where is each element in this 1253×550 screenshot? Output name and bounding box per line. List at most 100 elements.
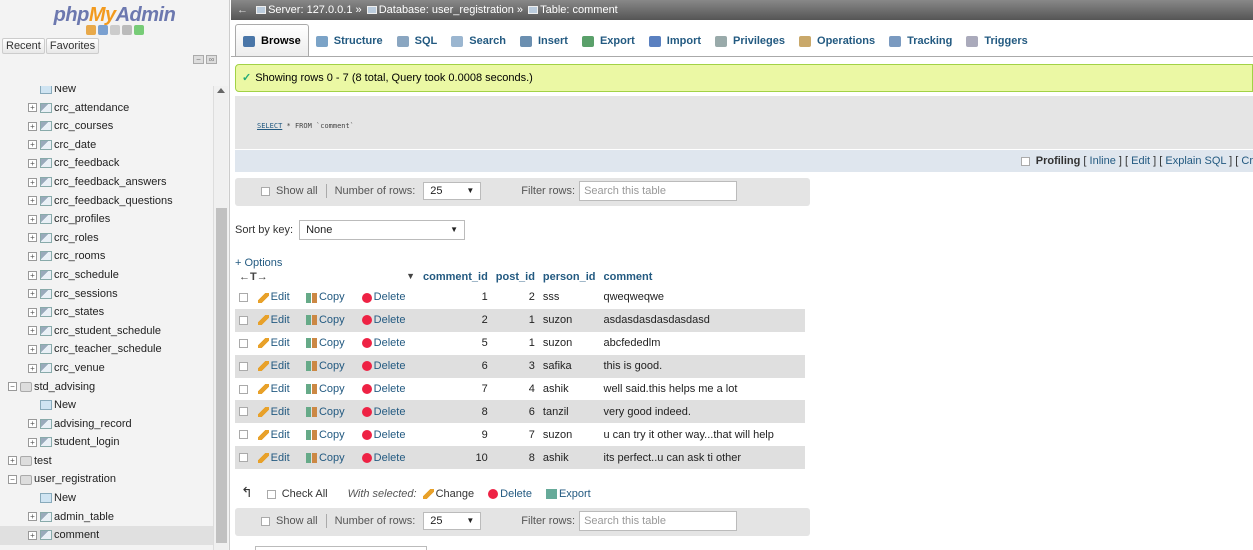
nav-item-crc-feedback-questions[interactable]: + crc_feedback_questions (0, 192, 213, 211)
expand-icon[interactable]: + (28, 512, 37, 522)
explain-sql-link[interactable]: Explain SQL (1165, 155, 1226, 167)
nav-item-crc-courses[interactable]: + crc_courses (0, 117, 213, 136)
nav-item-advising-record[interactable]: + advising_record (0, 415, 213, 434)
copy-link[interactable]: Copy (319, 291, 345, 303)
edit-link[interactable]: Edit (271, 429, 290, 441)
nav-item-label[interactable]: advising_record (54, 418, 132, 430)
logout-icon[interactable] (97, 25, 108, 35)
cell-comment-id[interactable]: 5 (419, 331, 492, 355)
tab-sql[interactable]: SQL (390, 25, 445, 57)
cell-person-id[interactable]: safika (538, 354, 600, 378)
tab-triggers[interactable]: Triggers (959, 25, 1034, 57)
copy-link[interactable]: Copy (319, 383, 345, 395)
nav-item-label[interactable]: crc_venue (54, 362, 105, 374)
nav-item-label[interactable]: crc_date (54, 139, 96, 151)
tab-search[interactable]: Search (444, 25, 513, 57)
expand-icon[interactable]: + (28, 270, 37, 280)
nav-item-crc-sessions[interactable]: + crc_sessions (0, 285, 213, 304)
nav-item-New[interactable]: New (0, 86, 213, 99)
header-comment-id[interactable]: comment_id (419, 268, 492, 286)
delete-link[interactable]: Delete (374, 291, 406, 303)
expand-icon[interactable]: + (28, 530, 37, 540)
cell-comment[interactable]: this is good. (599, 354, 805, 378)
nav-item-label[interactable]: crc_courses (54, 120, 113, 132)
nav-item-label[interactable]: comment (54, 529, 99, 541)
nav-item-test[interactable]: + test (0, 452, 213, 471)
breadcrumb-server[interactable]: Server: 127.0.0.1 (268, 4, 352, 16)
nav-item-label[interactable]: crc_teacher_schedule (54, 343, 162, 355)
nav-item-label[interactable]: crc_feedback_answers (54, 176, 167, 188)
cell-comment-id[interactable]: 10 (419, 446, 492, 470)
edit-icon[interactable] (257, 315, 269, 326)
nav-item-student-login[interactable]: + student_login (0, 433, 213, 452)
delete-icon[interactable] (361, 338, 372, 349)
nav-item-label[interactable]: crc_states (54, 306, 104, 318)
breadcrumb-table[interactable]: Table: comment (540, 4, 618, 16)
num-rows-select[interactable]: 25 ▼ (423, 182, 482, 201)
nav-item-crc-rooms[interactable]: + crc_rooms (0, 247, 213, 266)
nav-item-New[interactable]: New (0, 396, 213, 415)
expand-icon[interactable]: + (28, 363, 37, 373)
nav-item-label[interactable]: New (54, 492, 76, 504)
edit-icon[interactable] (257, 429, 269, 440)
expand-icon[interactable]: + (28, 177, 37, 187)
cell-comment[interactable]: very good indeed. (599, 400, 805, 424)
delete-icon[interactable] (361, 361, 372, 372)
delete-link[interactable]: Delete (374, 383, 406, 395)
nav-item-label[interactable]: crc_student_schedule (54, 325, 161, 337)
expand-icon[interactable]: + (28, 344, 37, 354)
nav-scrollbar[interactable] (213, 86, 228, 550)
tab-insert[interactable]: Insert (513, 25, 575, 57)
nav-item-std-advising[interactable]: − std_advising (0, 378, 213, 397)
cell-post-id[interactable]: 4 (491, 377, 539, 401)
cell-post-id[interactable]: 6 (491, 400, 539, 424)
row-checkbox[interactable] (239, 338, 248, 348)
row-checkbox[interactable] (239, 384, 248, 394)
header-post-id[interactable]: post_id (492, 268, 539, 286)
edit-link[interactable]: Edit (271, 452, 290, 464)
nav-item-label[interactable]: test (34, 455, 52, 467)
copy-icon[interactable] (305, 361, 317, 372)
edit-icon[interactable] (257, 292, 269, 303)
tab-import[interactable]: Import (642, 25, 708, 57)
profiling-checkbox[interactable] (1020, 156, 1030, 166)
cell-comment[interactable]: asdasdasdasdasdasd (599, 308, 805, 332)
cell-post-id[interactable]: 2 (491, 286, 539, 309)
expand-icon[interactable]: − (8, 475, 17, 485)
cell-post-id[interactable]: 8 (491, 446, 539, 470)
nav-item-New[interactable]: New (0, 489, 213, 508)
header-person-id[interactable]: person_id (539, 268, 600, 286)
nav-item-crc-venue[interactable]: + crc_venue (0, 359, 213, 378)
num-rows-select-bottom[interactable]: 25 ▼ (423, 512, 482, 531)
tab-browse[interactable]: Browse (235, 24, 309, 56)
copy-link[interactable]: Copy (319, 429, 345, 441)
edit-icon[interactable] (257, 452, 269, 463)
cell-person-id[interactable]: sss (538, 286, 600, 309)
copy-icon[interactable] (305, 384, 317, 395)
header-comment[interactable]: comment (600, 268, 805, 286)
cell-comment-id[interactable]: 9 (419, 423, 492, 447)
expand-icon[interactable]: + (28, 307, 37, 317)
expand-icon[interactable]: + (28, 326, 37, 336)
expand-icon[interactable]: + (28, 121, 37, 131)
row-checkbox[interactable] (239, 361, 248, 371)
column-arrows-icon[interactable]: ←T→ (239, 271, 268, 283)
nav-item-label[interactable]: New (54, 399, 76, 411)
delete-icon[interactable] (361, 315, 372, 326)
cell-post-id[interactable]: 7 (491, 423, 539, 447)
sort-dropdown-icon[interactable]: ▼ (406, 271, 415, 281)
delete-icon[interactable] (361, 384, 372, 395)
copy-link[interactable]: Copy (319, 406, 345, 418)
cell-comment[interactable]: qweqweqwe (599, 286, 805, 309)
cell-comment[interactable]: its perfect..u can ask ti other (599, 446, 805, 470)
nav-item-crc-feedback[interactable]: + crc_feedback (0, 154, 213, 173)
nav-item-crc-teacher-schedule[interactable]: + crc_teacher_schedule (0, 340, 213, 359)
cell-person-id[interactable]: suzon (538, 423, 600, 447)
nav-item-crc-roles[interactable]: + crc_roles (0, 229, 213, 248)
expand-icon[interactable]: + (8, 456, 17, 466)
delete-link[interactable]: Delete (374, 360, 406, 372)
filter-rows-input[interactable]: Search this table (579, 181, 738, 202)
docs-icon[interactable] (109, 25, 120, 35)
bottom-select[interactable] (255, 546, 427, 550)
edit-icon[interactable] (257, 338, 269, 349)
